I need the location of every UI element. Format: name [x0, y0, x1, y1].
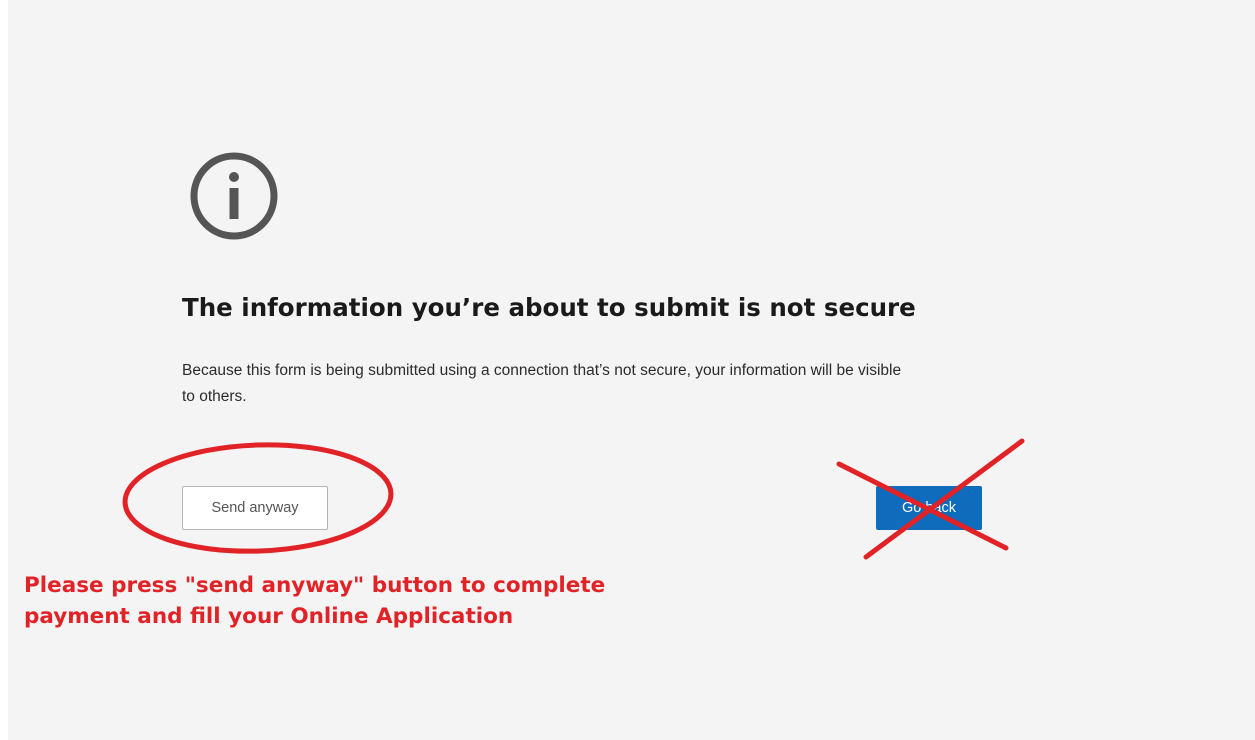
instruction-line-1: Please press "send anyway" button to com… — [24, 573, 606, 598]
instruction-line-2: payment and fill your Online Application — [24, 604, 514, 629]
send-anyway-button[interactable]: Send anyway — [182, 486, 328, 530]
warning-description: Because this form is being submitted usi… — [182, 362, 902, 405]
go-back-button[interactable]: Go back — [876, 486, 982, 530]
info-circle-icon — [190, 152, 278, 240]
insecure-form-warning-page: The information you’re about to submit i… — [8, 0, 1255, 740]
red-instruction-text: Please press "send anyway" button to com… — [24, 570, 724, 632]
page-title: The information you’re about to submit i… — [182, 293, 916, 322]
